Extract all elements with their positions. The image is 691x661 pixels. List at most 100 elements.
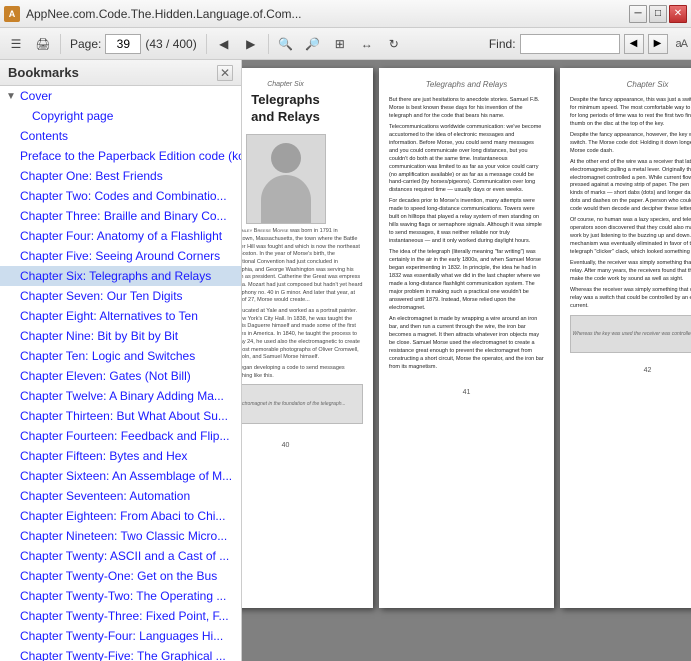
bookmark-item-ch14[interactable]: Chapter Fourteen: Feedback and Flip... bbox=[0, 426, 241, 446]
bookmark-item-ch7[interactable]: Chapter Seven: Our Ten Digits bbox=[0, 286, 241, 306]
app-icon: A bbox=[4, 6, 20, 22]
sidebar-close-button[interactable]: ✕ bbox=[217, 65, 233, 81]
bookmark-item-ch25[interactable]: Chapter Twenty-Five: The Graphical ... bbox=[0, 646, 241, 661]
bookmark-label-ch2: Chapter Two: Codes and Combinatio... bbox=[20, 189, 227, 203]
bookmark-label-ch8: Chapter Eight: Alternatives to Ten bbox=[20, 309, 198, 323]
bookmark-item-ch23[interactable]: Chapter Twenty-Three: Fixed Point, F... bbox=[0, 606, 241, 626]
bookmark-label-ch11: Chapter Eleven: Gates (Not Bill) bbox=[20, 369, 191, 383]
bookmark-item-ch17[interactable]: Chapter Seventeen: Automation bbox=[0, 486, 241, 506]
next-page-button[interactable]: ▶ bbox=[239, 32, 263, 56]
toolbar-separator-3 bbox=[268, 34, 269, 54]
bookmark-item-ch1[interactable]: Chapter One: Best Friends bbox=[0, 166, 241, 186]
fit-width-button[interactable]: ↔ bbox=[355, 32, 379, 56]
zoom-in-button[interactable]: 🔎 bbox=[301, 32, 325, 56]
bookmark-label-ch14: Chapter Fourteen: Feedback and Flip... bbox=[20, 429, 229, 443]
page-number-input[interactable] bbox=[105, 34, 141, 54]
chapter-heading: Chapter Six Telegraphsand Relays bbox=[242, 80, 363, 126]
bookmark-item-ch16[interactable]: Chapter Sixteen: An Assemblage of M... bbox=[0, 466, 241, 486]
find-next-button[interactable]: ▶ bbox=[648, 34, 668, 54]
toolbar: ☰ 🖨 Page: (43 / 400) ◀ ▶ 🔍 🔎 ⊞ ↔ ↻ Find:… bbox=[0, 28, 691, 60]
bookmarks-panel: Bookmarks ✕ ▼Cover Copyright page Conten… bbox=[0, 60, 242, 661]
bookmark-item-ch22[interactable]: Chapter Twenty-Two: The Operating ... bbox=[0, 586, 241, 606]
portrait-image bbox=[246, 134, 326, 224]
minimize-button[interactable]: ─ bbox=[629, 5, 647, 23]
page-41-section-label: Telegraphs and Relays bbox=[389, 80, 544, 91]
find-input[interactable] bbox=[520, 34, 620, 54]
bookmark-label-ch18: Chapter Eighteen: From Abaci to Chi... bbox=[20, 509, 225, 523]
bookmark-label-contents: Contents bbox=[20, 129, 68, 143]
bookmark-item-ch21[interactable]: Chapter Twenty-One: Get on the Bus bbox=[0, 566, 241, 586]
find-label: Find: bbox=[489, 37, 516, 51]
zoom-out-button[interactable]: 🔍 bbox=[274, 32, 298, 56]
bookmark-label-preface: Preface to the Paperback Edition code (k… bbox=[20, 149, 241, 163]
bookmark-item-ch15[interactable]: Chapter Fifteen: Bytes and Hex bbox=[0, 446, 241, 466]
bookmark-label-ch9: Chapter Nine: Bit by Bit by Bit bbox=[20, 329, 178, 343]
bookmark-item-ch11[interactable]: Chapter Eleven: Gates (Not Bill) bbox=[0, 366, 241, 386]
bookmark-item-ch12[interactable]: Chapter Twelve: A Binary Adding Ma... bbox=[0, 386, 241, 406]
bookmark-item-ch13[interactable]: Chapter Thirteen: But What About Su... bbox=[0, 406, 241, 426]
bookmark-label-ch17: Chapter Seventeen: Automation bbox=[20, 489, 190, 503]
page-total-label: (43 / 400) bbox=[145, 37, 196, 51]
bookmark-label-ch4: Chapter Four: Anatomy of a Flashlight bbox=[20, 229, 222, 243]
bookmark-item-ch9[interactable]: Chapter Nine: Bit by Bit by Bit bbox=[0, 326, 241, 346]
pages-container[interactable]: Chapter Six Telegraphsand Relays S amuel… bbox=[242, 60, 691, 661]
bookmark-label-ch12: Chapter Twelve: A Binary Adding Ma... bbox=[20, 389, 224, 403]
bookmark-label-ch25: Chapter Twenty-Five: The Graphical ... bbox=[20, 649, 226, 661]
prev-page-button[interactable]: ◀ bbox=[212, 32, 236, 56]
bookmark-item-preface[interactable]: Preface to the Paperback Edition code (k… bbox=[0, 146, 241, 166]
fit-page-button[interactable]: ⊞ bbox=[328, 32, 352, 56]
page-41-number: 41 bbox=[379, 387, 554, 398]
bookmark-label-copyright: Copyright page bbox=[32, 109, 113, 123]
bookmark-item-ch2[interactable]: Chapter Two: Codes and Combinatio... bbox=[0, 186, 241, 206]
page-navigation: Page: (43 / 400) bbox=[70, 34, 197, 54]
bookmark-item-cover[interactable]: ▼Cover bbox=[0, 86, 241, 106]
bookmark-label-ch10: Chapter Ten: Logic and Switches bbox=[20, 349, 195, 363]
bookmark-item-ch4[interactable]: Chapter Four: Anatomy of a Flashlight bbox=[0, 226, 241, 246]
bookmark-item-ch24[interactable]: Chapter Twenty-Four: Languages Hi... bbox=[0, 626, 241, 646]
print-button[interactable]: 🖨 bbox=[31, 32, 55, 56]
page-42-text: Despite the fancy appearance, this was j… bbox=[570, 97, 691, 311]
bookmark-item-ch10[interactable]: Chapter Ten: Logic and Switches bbox=[0, 346, 241, 366]
pdf-viewer: Chapter Six Telegraphsand Relays S amuel… bbox=[242, 60, 691, 661]
window-title: AppNee.com.Code.The.Hidden.Language.of.C… bbox=[26, 7, 629, 21]
close-button[interactable]: ✕ bbox=[669, 5, 687, 23]
maximize-button[interactable]: □ bbox=[649, 5, 667, 23]
bookmark-label-ch24: Chapter Twenty-Four: Languages Hi... bbox=[20, 629, 223, 643]
bookmark-label-ch5: Chapter Five: Seeing Around Corners bbox=[20, 249, 220, 263]
bookmarks-list[interactable]: ▼Cover Copyright page Contents Preface t… bbox=[0, 86, 241, 661]
pdf-page-40: Chapter Six Telegraphsand Relays S amuel… bbox=[242, 68, 373, 608]
pdf-page-41: Telegraphs and Relays But there are just… bbox=[379, 68, 554, 608]
find-options-label: aA bbox=[676, 38, 687, 50]
page-label: Page: bbox=[70, 37, 101, 51]
page-41-content: Telegraphs and Relays But there are just… bbox=[379, 68, 554, 387]
bookmark-label-ch6: Chapter Six: Telegraphs and Relays bbox=[20, 269, 211, 283]
toolbar-separator-1 bbox=[60, 34, 61, 54]
menu-button[interactable]: ☰ bbox=[4, 32, 28, 56]
bookmark-label-ch20: Chapter Twenty: ASCII and a Cast of ... bbox=[20, 549, 229, 563]
bookmark-label-ch19: Chapter Nineteen: Two Classic Micro... bbox=[20, 529, 227, 543]
bookmark-label-ch3: Chapter Three: Braille and Binary Co... bbox=[20, 209, 227, 223]
find-prev-button[interactable]: ◀ bbox=[624, 34, 644, 54]
pdf-page-42: Chapter Six Despite the fancy appearance… bbox=[560, 68, 691, 608]
bookmark-label-ch21: Chapter Twenty-One: Get on the Bus bbox=[20, 569, 217, 583]
bookmark-label-ch7: Chapter Seven: Our Ten Digits bbox=[20, 289, 183, 303]
expand-icon-cover: ▼ bbox=[6, 91, 18, 102]
telegraph-image: The electromagnet in the foundation of t… bbox=[242, 384, 363, 424]
bookmark-item-ch19[interactable]: Chapter Nineteen: Two Classic Micro... bbox=[0, 526, 241, 546]
bookmark-item-ch18[interactable]: Chapter Eighteen: From Abaci to Chi... bbox=[0, 506, 241, 526]
bookmark-label-ch1: Chapter One: Best Friends bbox=[20, 169, 163, 183]
bookmark-item-contents[interactable]: Contents bbox=[0, 126, 241, 146]
bookmark-item-copyright[interactable]: Copyright page bbox=[0, 106, 241, 126]
window-controls: ─ □ ✕ bbox=[629, 5, 687, 23]
rotate-button[interactable]: ↻ bbox=[382, 32, 406, 56]
bookmark-label-ch22: Chapter Twenty-Two: The Operating ... bbox=[20, 589, 226, 603]
bookmark-item-ch5[interactable]: Chapter Five: Seeing Around Corners bbox=[0, 246, 241, 266]
bookmark-item-ch8[interactable]: Chapter Eight: Alternatives to Ten bbox=[0, 306, 241, 326]
app-icon-letter: A bbox=[9, 9, 16, 19]
page-40-number: 40 bbox=[242, 440, 373, 451]
bookmark-item-ch3[interactable]: Chapter Three: Braille and Binary Co... bbox=[0, 206, 241, 226]
bookmark-item-ch20[interactable]: Chapter Twenty: ASCII and a Cast of ... bbox=[0, 546, 241, 566]
find-section: Find: ◀ ▶ aA bbox=[489, 34, 687, 54]
bookmark-item-ch6[interactable]: Chapter Six: Telegraphs and Relays bbox=[0, 266, 241, 286]
page-42-number: 42 bbox=[560, 365, 691, 376]
